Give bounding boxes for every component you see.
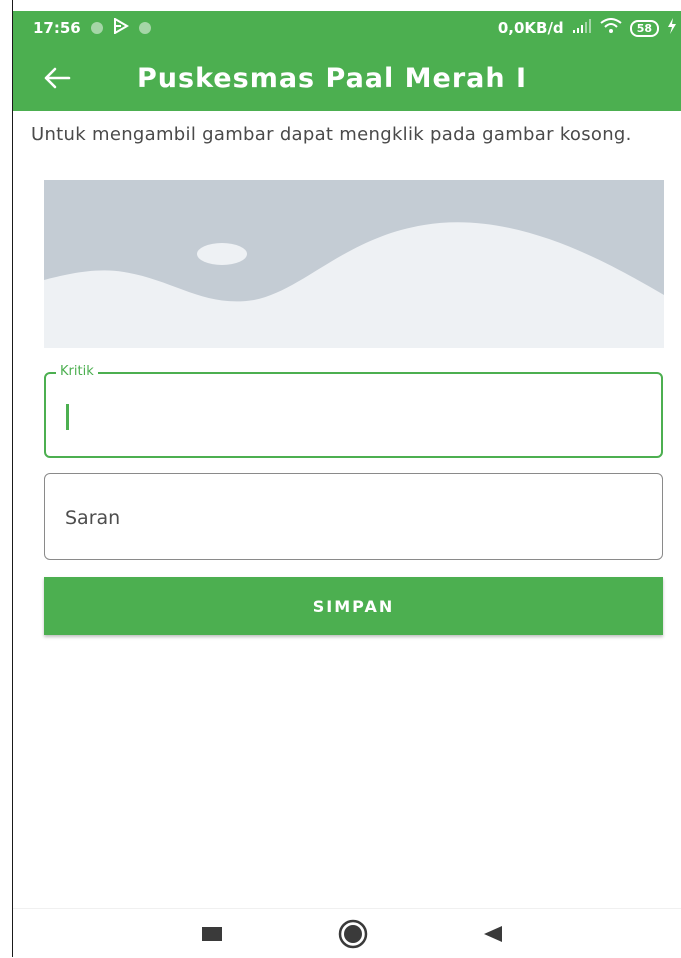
status-time: 17:56: [33, 19, 81, 37]
screen-edge: [12, 0, 13, 957]
arrow-left-icon[interactable]: [27, 45, 87, 111]
wifi-icon: [600, 18, 622, 38]
notification-dot-icon: [138, 22, 151, 34]
app-bar: Puskesmas Paal Merah I: [13, 45, 681, 111]
status-right: 0,0KB/d 58: [498, 18, 681, 38]
image-placeholder-icon: [44, 180, 664, 348]
saran-field[interactable]: Saran: [44, 473, 663, 560]
recent-apps-icon[interactable]: [197, 919, 227, 949]
kritik-label: Kritik: [56, 364, 98, 379]
charging-icon: [667, 18, 677, 38]
signal-icon: [572, 19, 592, 37]
saran-placeholder: Saran: [65, 507, 121, 529]
status-left: 17:56: [13, 17, 151, 38]
notification-dot-icon: [90, 22, 103, 34]
navigation-bar: [13, 908, 681, 958]
network-speed: 0,0KB/d: [497, 19, 564, 37]
instruction-text: Untuk mengambil gambar dapat mengklik pa…: [31, 124, 632, 145]
home-icon[interactable]: [338, 919, 368, 949]
text-cursor: [66, 404, 69, 430]
kritik-field[interactable]: Kritik: [44, 364, 663, 458]
back-triangle-icon[interactable]: [478, 919, 508, 949]
battery-icon: 58: [629, 19, 659, 37]
image-picker[interactable]: [44, 180, 664, 348]
save-button[interactable]: SIMPAN: [44, 577, 663, 635]
play-store-icon: [113, 17, 129, 38]
page-title: Puskesmas Paal Merah I: [137, 62, 528, 94]
status-bar: 17:56 0,0KB/d 58: [13, 11, 681, 45]
